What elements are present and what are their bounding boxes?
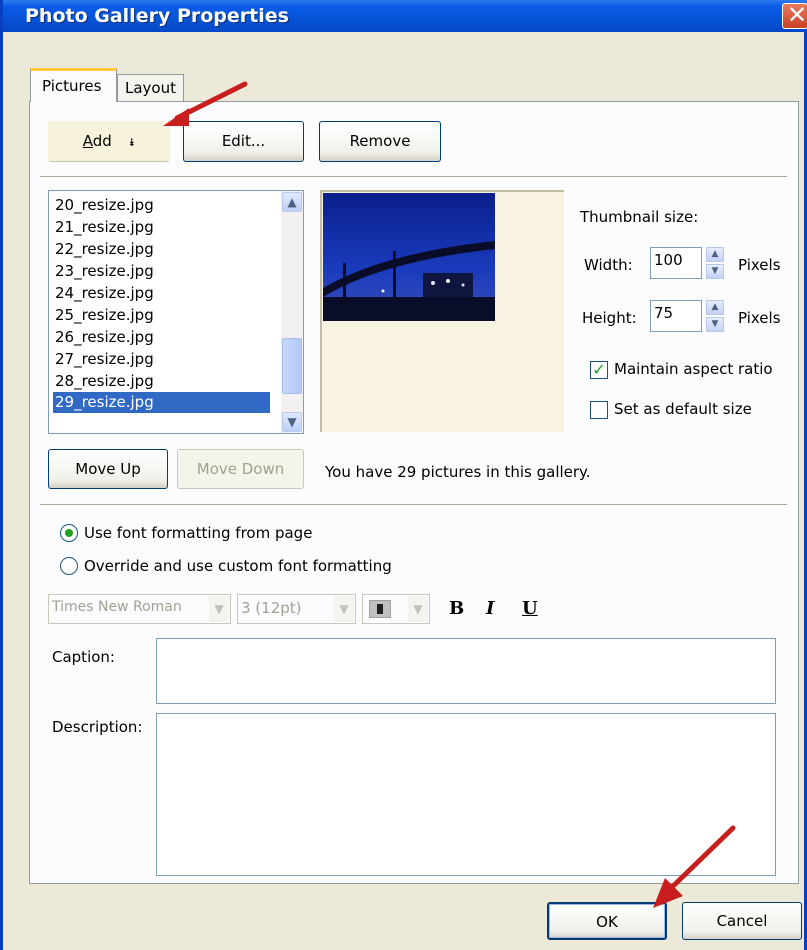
italic-button[interactable]: I <box>486 598 494 619</box>
chevron-down-icon: ▼ <box>334 596 354 622</box>
default-size-label[interactable]: Set as default size <box>614 400 752 418</box>
tab-layout[interactable]: Layout <box>117 74 184 102</box>
remove-button[interactable]: Remove <box>319 121 441 162</box>
chevron-down-icon[interactable]: ▼ <box>706 264 724 279</box>
close-icon: ✕ <box>787 1 807 29</box>
maintain-aspect-checkbox[interactable]: ✓ <box>590 361 608 379</box>
list-scrollbar[interactable]: ▲ ▼ <box>281 191 303 433</box>
width-stepper[interactable]: ▲ ▼ <box>706 247 724 279</box>
font-size-value: 3 (12pt) <box>241 599 302 617</box>
list-item[interactable]: 24_resize.jpg <box>53 283 270 304</box>
tab-pictures[interactable]: Pictures <box>30 68 117 102</box>
ok-button[interactable]: OK <box>547 902 667 940</box>
picture-listbox[interactable]: 20_resize.jpg 21_resize.jpg 22_resize.jp… <box>48 190 304 434</box>
default-size-checkbox[interactable] <box>590 401 608 419</box>
list-item[interactable]: 26_resize.jpg <box>53 327 270 348</box>
scroll-thumb[interactable] <box>282 338 302 394</box>
add-mnemonic: A <box>82 132 93 150</box>
caption-field[interactable] <box>156 638 776 704</box>
list-item[interactable]: 28_resize.jpg <box>53 371 270 392</box>
chevron-down-icon: ⯯ <box>128 136 136 149</box>
width-label: Width: <box>584 256 633 274</box>
font-size-select[interactable]: 3 (12pt) ▼ <box>237 594 356 624</box>
title-bar[interactable]: Photo Gallery Properties ✕ <box>3 0 807 32</box>
chevron-up-icon[interactable]: ▲ <box>706 300 724 315</box>
height-stepper[interactable]: ▲ ▼ <box>706 300 724 332</box>
use-page-font-label[interactable]: Use font formatting from page <box>84 524 312 542</box>
chevron-up-icon[interactable]: ▲ <box>706 247 724 262</box>
caption-label: Caption: <box>52 648 115 666</box>
list-item[interactable]: 27_resize.jpg <box>53 349 270 370</box>
height-input[interactable]: 75 <box>650 300 702 332</box>
chevron-up-icon: ▲ <box>287 195 297 209</box>
add-button[interactable]: Add ⯯ <box>48 121 170 162</box>
override-font-label[interactable]: Override and use custom font formatting <box>84 557 392 575</box>
separator-middle <box>40 504 787 505</box>
separator-top <box>40 176 787 177</box>
font-color-select[interactable]: ▼ <box>362 594 430 624</box>
list-item[interactable]: 20_resize.jpg <box>53 195 270 216</box>
use-page-font-radio[interactable] <box>60 524 78 542</box>
list-item[interactable]: 25_resize.jpg <box>53 305 270 326</box>
height-label: Height: <box>582 309 637 327</box>
cancel-button[interactable]: Cancel <box>682 902 802 940</box>
chevron-down-icon: ▼ <box>408 596 428 622</box>
font-name-value: Times New Roman <box>52 599 182 615</box>
list-item[interactable]: 23_resize.jpg <box>53 261 270 282</box>
description-field[interactable] <box>156 713 776 876</box>
chevron-down-icon[interactable]: ▼ <box>706 317 724 332</box>
maintain-aspect-label[interactable]: Maintain aspect ratio <box>614 360 773 378</box>
override-font-radio[interactable] <box>60 557 78 575</box>
height-unit: Pixels <box>738 309 781 327</box>
edit-button[interactable]: Edit... <box>183 121 304 162</box>
width-unit: Pixels <box>738 256 781 274</box>
dialog-window: Photo Gallery Properties ✕ Pictures Layo… <box>0 0 807 950</box>
chevron-down-icon: ▼ <box>287 415 297 429</box>
underline-button[interactable]: U <box>522 598 538 619</box>
scroll-up-button[interactable]: ▲ <box>282 192 302 212</box>
chevron-down-icon: ▼ <box>209 596 229 622</box>
picture-preview <box>320 190 564 432</box>
font-name-select[interactable]: Times New Roman ▼ <box>48 594 231 624</box>
bold-button[interactable]: B <box>449 598 464 619</box>
add-button-label: dd <box>92 132 112 150</box>
width-input[interactable]: 100 <box>650 247 702 279</box>
list-item-selected[interactable]: 29_resize.jpg <box>53 392 270 413</box>
radio-selected-dot <box>65 529 73 537</box>
preview-photo <box>323 193 495 321</box>
description-label: Description: <box>52 718 143 736</box>
window-title: Photo Gallery Properties <box>25 5 289 27</box>
scroll-down-button[interactable]: ▼ <box>282 412 302 432</box>
checkmark-icon: ✓ <box>592 360 606 379</box>
close-button[interactable]: ✕ <box>782 1 807 29</box>
move-down-button[interactable]: Move Down <box>177 449 304 489</box>
font-color-icon <box>369 600 391 618</box>
list-item[interactable]: 22_resize.jpg <box>53 239 270 260</box>
thumbnail-size-heading: Thumbnail size: <box>580 208 699 226</box>
move-up-button[interactable]: Move Up <box>48 449 168 489</box>
list-item[interactable]: 21_resize.jpg <box>53 217 270 238</box>
picture-count-text: You have 29 pictures in this gallery. <box>325 463 591 481</box>
